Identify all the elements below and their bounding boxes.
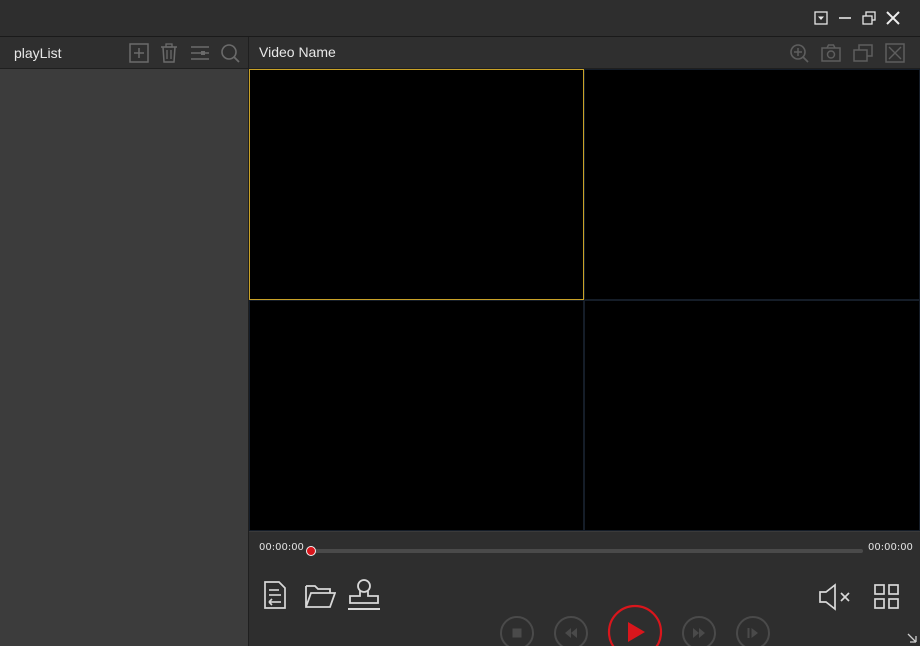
layers-button[interactable] bbox=[852, 42, 874, 64]
step-forward-icon bbox=[736, 616, 770, 646]
fullscreen-icon bbox=[885, 43, 905, 63]
resize-grip-icon[interactable] bbox=[907, 633, 917, 643]
mute-icon bbox=[819, 583, 850, 611]
add-icon bbox=[129, 43, 149, 63]
playlist-panel: playList bbox=[0, 37, 249, 646]
video-header: Video Name bbox=[249, 37, 920, 69]
play-icon bbox=[607, 604, 663, 646]
playlist-icon bbox=[264, 581, 286, 609]
video-grid bbox=[249, 69, 920, 531]
playlist-title: playList bbox=[14, 45, 62, 61]
progress-bar[interactable] bbox=[306, 546, 863, 556]
menu-dropdown-button[interactable] bbox=[811, 8, 831, 28]
playlist-toggle-button[interactable] bbox=[262, 580, 288, 610]
close-button[interactable] bbox=[883, 8, 903, 28]
rewind-button[interactable] bbox=[553, 615, 589, 646]
grid-layout-button[interactable] bbox=[873, 583, 901, 611]
dropdown-icon bbox=[814, 11, 828, 25]
stop-button[interactable] bbox=[499, 615, 535, 646]
play-button[interactable] bbox=[607, 604, 663, 646]
stamp-icon bbox=[348, 579, 380, 610]
minimize-icon bbox=[839, 17, 851, 19]
mute-button[interactable] bbox=[818, 582, 854, 612]
search-icon bbox=[221, 44, 240, 63]
video-name: Video Name bbox=[259, 44, 336, 60]
snapshot-button[interactable] bbox=[820, 42, 842, 64]
sort-icon bbox=[191, 46, 209, 60]
snapshot-icon bbox=[821, 44, 841, 62]
playlist-list[interactable] bbox=[0, 69, 248, 646]
playback-controls: 00:00:00 00:00:00 bbox=[249, 531, 920, 646]
fast-forward-button[interactable] bbox=[681, 615, 717, 646]
fast-forward-icon bbox=[682, 616, 716, 646]
video-cell-3[interactable] bbox=[249, 300, 584, 531]
video-cell-4[interactable] bbox=[584, 300, 920, 531]
add-button[interactable] bbox=[128, 42, 150, 64]
video-cell-1[interactable] bbox=[249, 69, 584, 300]
progress-handle[interactable] bbox=[306, 546, 316, 556]
open-folder-icon bbox=[305, 585, 336, 608]
video-cell-2[interactable] bbox=[584, 69, 920, 300]
restore-icon bbox=[862, 11, 876, 25]
close-icon bbox=[886, 11, 900, 25]
delete-button[interactable] bbox=[158, 42, 180, 64]
total-time: 00:00:00 bbox=[868, 542, 913, 553]
open-folder-button[interactable] bbox=[304, 582, 336, 610]
layers-icon bbox=[853, 44, 873, 62]
fullscreen-button[interactable] bbox=[884, 42, 906, 64]
zoom-in-icon bbox=[790, 44, 809, 63]
minimize-button[interactable] bbox=[835, 8, 855, 28]
delete-icon bbox=[161, 43, 177, 63]
grid-layout-icon bbox=[874, 584, 899, 609]
rewind-icon bbox=[554, 616, 588, 646]
zoom-button[interactable] bbox=[788, 42, 810, 64]
sort-button[interactable] bbox=[189, 42, 211, 64]
current-time: 00:00:00 bbox=[259, 542, 304, 553]
playlist-header: playList bbox=[0, 37, 248, 69]
stamp-button[interactable] bbox=[346, 578, 382, 612]
video-panel: Video Name 00:00:00 00:00:00 bbox=[249, 37, 920, 646]
search-button[interactable] bbox=[219, 42, 241, 64]
title-bar bbox=[0, 0, 920, 37]
stop-icon bbox=[500, 616, 534, 646]
step-forward-button[interactable] bbox=[735, 615, 771, 646]
restore-button[interactable] bbox=[859, 8, 879, 28]
